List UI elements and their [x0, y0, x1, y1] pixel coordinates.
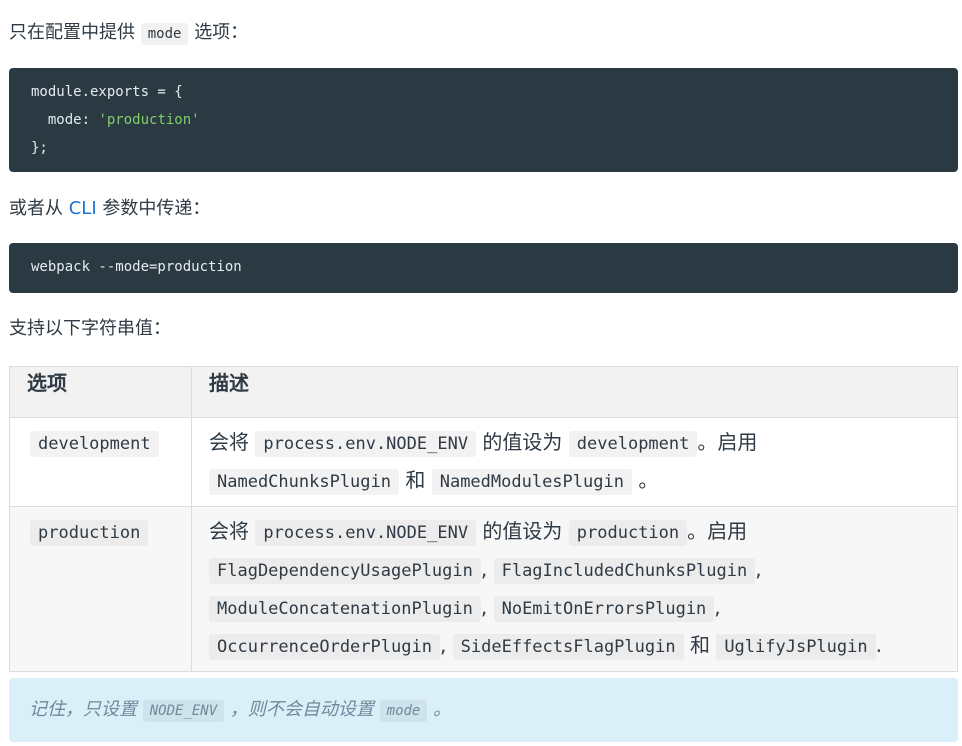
desc-text: ,: [480, 595, 488, 619]
code-value: production: [568, 520, 688, 546]
plugin-flag-included-chunks: FlagIncludedChunksPlugin: [493, 558, 756, 584]
inline-code-mode: mode: [140, 23, 189, 45]
desc-text: 会将: [209, 519, 249, 543]
option-cell: production: [9, 506, 192, 672]
header-option: 选项: [9, 366, 192, 418]
table-row: development 会将 process.env.NODE_ENV 的值设为…: [9, 417, 958, 507]
desc-text: 会将: [209, 430, 249, 454]
desc-text: ,: [714, 595, 721, 619]
desc-text: ,: [755, 557, 762, 581]
plugin-named-modules: NamedModulesPlugin: [431, 469, 632, 495]
code-node-env: process.env.NODE_ENV: [255, 520, 477, 546]
options-table: 选项 描述 development 会将 process.env.NODE_EN…: [9, 366, 958, 672]
plugin-module-concatenation: ModuleConcatenationPlugin: [209, 596, 481, 622]
header-description: 描述: [191, 366, 958, 418]
table-header-row: 选项 描述: [9, 366, 958, 418]
desc-text: ,: [480, 557, 488, 581]
plugin-side-effects-flag: SideEffectsFlagPlugin: [452, 634, 684, 660]
note-callout: 记住，只设置 NODE_ENV ，则不会自动设置 mode 。: [9, 678, 958, 742]
desc-text: ,: [439, 633, 447, 657]
desc-text: 。启用: [697, 430, 758, 454]
plugin-flag-dependency-usage: FlagDependencyUsagePlugin: [209, 558, 481, 584]
plugin-no-emit-on-errors: NoEmitOnErrorsPlugin: [493, 596, 715, 622]
code-key-mode: mode:: [31, 112, 99, 128]
option-development: development: [30, 431, 159, 457]
code-block-cli: webpack --mode=production: [9, 243, 958, 293]
intro-suffix: 选项：: [194, 22, 249, 43]
code-string-production: 'production': [98, 112, 200, 128]
code-line-1: module.exports = {: [31, 84, 183, 100]
intro-prefix: 只在配置中提供: [9, 22, 135, 43]
code-line-3: };: [31, 140, 48, 156]
code-value: development: [568, 431, 698, 457]
description-cell: 会将 process.env.NODE_ENV 的值设为 development…: [191, 417, 958, 507]
cli-prefix: 或者从: [9, 198, 63, 219]
code-node-env: process.env.NODE_ENV: [255, 431, 477, 457]
desc-text: 的值设为: [482, 430, 563, 454]
desc-text: 和: [405, 468, 426, 492]
support-paragraph: 支持以下字符串值：: [9, 318, 171, 339]
desc-text: 。启用: [687, 519, 748, 543]
note-code-node-env: NODE_ENV: [142, 700, 225, 722]
plugin-named-chunks: NamedChunksPlugin: [209, 469, 399, 495]
note-code-mode: mode: [379, 700, 428, 722]
desc-text: 。: [638, 468, 659, 492]
plugin-occurrence-order: OccurrenceOrderPlugin: [209, 634, 440, 660]
cli-paragraph: 或者从 CLI 参数中传递：: [9, 196, 210, 222]
option-cell: development: [9, 417, 192, 507]
desc-text: 的值设为: [482, 519, 563, 543]
note-prefix: 记住，只设置: [29, 699, 137, 720]
plugin-uglify-js: UglifyJsPlugin: [716, 634, 876, 660]
table-row: production 会将 process.env.NODE_ENV 的值设为 …: [9, 506, 958, 672]
note-end: 。: [433, 699, 452, 720]
intro-paragraph: 只在配置中提供 mode 选项：: [9, 20, 248, 47]
code-block-config: module.exports = { mode: 'production' };: [9, 68, 958, 172]
desc-text: .: [875, 633, 882, 657]
description-cell: 会将 process.env.NODE_ENV 的值设为 production。…: [191, 506, 958, 672]
option-production: production: [30, 520, 149, 546]
note-middle: ，则不会自动设置: [229, 699, 374, 720]
cli-suffix: 参数中传递：: [102, 198, 211, 219]
desc-text: 和: [689, 633, 710, 657]
code-line-cli: webpack --mode=production: [31, 259, 242, 275]
cli-link[interactable]: CLI: [69, 198, 97, 219]
code-line-2: mode: 'production': [31, 112, 200, 128]
